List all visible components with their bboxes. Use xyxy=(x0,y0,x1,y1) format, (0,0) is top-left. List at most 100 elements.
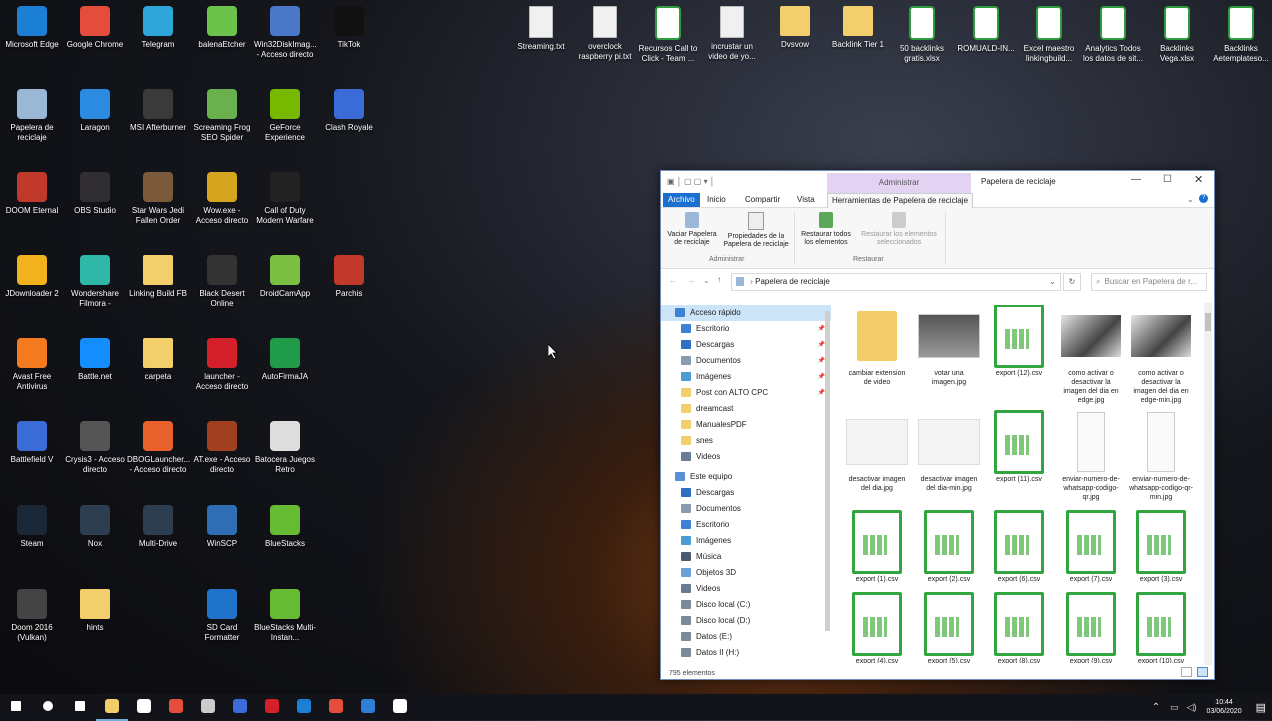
desktop-icon[interactable]: Clash Royale xyxy=(318,89,380,133)
taskbar-hardware-button[interactable] xyxy=(192,693,224,719)
nav-item[interactable]: Post con ALTO CPC 📌 xyxy=(661,385,831,401)
desktop-file[interactable]: overclock raspberry pi.txt xyxy=(574,6,636,62)
empty-recycle-bin-button[interactable]: Vaciar Papelera de reciclaje xyxy=(665,212,719,247)
desktop-icon[interactable]: JDownloader 2 xyxy=(1,255,63,299)
content-scrollbar[interactable] xyxy=(1204,303,1212,665)
file-item[interactable]: export (1).csv xyxy=(845,510,909,584)
file-item[interactable]: export (7).csv xyxy=(1059,510,1123,584)
desktop-icon[interactable]: Black Desert Online xyxy=(191,255,253,309)
desktop-file[interactable]: Backlinks Vega.xlsx xyxy=(1146,6,1208,64)
nav-item[interactable]: Datos II (H:) xyxy=(661,645,831,661)
desktop-icon[interactable]: DroidCamApp xyxy=(254,255,316,299)
taskbar-chrome-button[interactable] xyxy=(160,693,192,719)
nav-item[interactable]: Objetos 3D xyxy=(661,565,831,581)
desktop-icon[interactable]: Laragon xyxy=(64,89,126,133)
desktop-icon[interactable]: Batocera Juegos Retro xyxy=(254,421,316,475)
desktop-icon[interactable]: AT.exe - Acceso directo xyxy=(191,421,253,475)
scrollbar-thumb[interactable] xyxy=(1205,313,1211,331)
taskbar-obs-button[interactable] xyxy=(384,693,416,719)
file-item[interactable]: desactivar imagen del dia-min.jpg xyxy=(917,411,981,493)
nav-item[interactable]: Videos xyxy=(661,449,831,465)
clock[interactable]: 10:44 03/06/2020 xyxy=(1207,698,1242,716)
back-button[interactable]: ← xyxy=(669,276,677,285)
desktop-icon[interactable]: carpeta xyxy=(127,338,189,382)
explorer-window[interactable]: ▣ │ ▢ ▢ ▾ │ Administrar Papelera de reci… xyxy=(660,170,1215,680)
desktop-icon[interactable]: hints xyxy=(64,589,126,633)
forward-button[interactable]: → xyxy=(687,276,695,285)
tab-vista[interactable]: Vista xyxy=(797,195,815,204)
nav-item[interactable]: Escritorio xyxy=(661,517,831,533)
hidden-icons-chevron-icon[interactable]: ⌃ xyxy=(1152,702,1160,713)
desktop-icon[interactable]: Wondershare Filmora - xyxy=(64,255,126,309)
file-item[interactable]: export (12).csv xyxy=(987,305,1051,378)
desktop-icon[interactable]: Telegram xyxy=(127,6,189,50)
taskbar-store-button[interactable] xyxy=(128,693,160,719)
nav-item[interactable]: Imágenes 📌 xyxy=(661,369,831,385)
file-item[interactable]: export (6).csv xyxy=(987,510,1051,584)
desktop-icon[interactable]: TikTok xyxy=(318,6,380,50)
file-item[interactable]: cambiar extension de video xyxy=(845,305,909,387)
desktop-icon[interactable]: Parchis xyxy=(318,255,380,299)
nav-scrollbar[interactable] xyxy=(825,311,830,631)
desktop-file[interactable]: 50 backlinks gratis.xlsx xyxy=(891,6,953,64)
desktop-icon[interactable]: Papelera de reciclaje xyxy=(1,89,63,143)
desktop-file[interactable]: Backlinks Aetemplateso... xyxy=(1210,6,1272,64)
desktop-icon[interactable]: launcher - Acceso directo xyxy=(191,338,253,392)
file-item[interactable]: export (5).csv xyxy=(917,592,981,663)
taskbar-monitor-button[interactable] xyxy=(224,693,256,719)
desktop-file[interactable]: Analytics Todos los datos de sit... xyxy=(1082,6,1144,64)
taskbar-opera-button[interactable] xyxy=(256,693,288,719)
up-button[interactable]: ↑ xyxy=(717,275,721,284)
nav-item[interactable]: Descargas xyxy=(661,485,831,501)
taskbar-task-view-button[interactable] xyxy=(64,693,96,719)
tab-archivo[interactable]: Archivo xyxy=(663,193,700,207)
nav-item[interactable]: dreamcast xyxy=(661,401,831,417)
desktop-icon[interactable]: Star Wars Jedi Fallen Order xyxy=(127,172,189,226)
desktop-icon[interactable]: Nox xyxy=(64,505,126,549)
tab-herramientas[interactable]: Herramientas de Papelera de reciclaje xyxy=(827,193,973,209)
file-item[interactable]: export (4).csv xyxy=(845,592,909,663)
file-item[interactable]: export (3).csv xyxy=(1129,510,1193,584)
desktop-icon[interactable]: DOOM Eternal xyxy=(1,172,63,216)
desktop-icon[interactable]: GeForce Experience xyxy=(254,89,316,143)
nav-item[interactable]: Escritorio 📌 xyxy=(661,321,831,337)
nav-item[interactable]: Disco local (D:) xyxy=(661,613,831,629)
file-item[interactable]: export (2).csv xyxy=(917,510,981,584)
file-item[interactable]: export (8).csv xyxy=(987,592,1051,663)
network-icon[interactable]: ▭ xyxy=(1170,702,1179,713)
desktop-icon[interactable]: SD Card Formatter xyxy=(191,589,253,643)
desktop-icon[interactable]: DBOGLauncher... - Acceso directo xyxy=(127,421,190,475)
taskbar-file-explorer-button[interactable] xyxy=(96,693,128,721)
taskbar-start-button[interactable] xyxy=(0,693,32,719)
file-item[interactable]: export (10).csv xyxy=(1129,592,1193,663)
desktop-icon[interactable]: Doom 2016 (Vulkan) xyxy=(1,589,63,643)
nav-item[interactable]: Datos (E:) xyxy=(661,629,831,645)
tab-compartir[interactable]: Compartir xyxy=(745,195,780,204)
restore-selected-button[interactable]: Restaurar los elementos seleccionados xyxy=(857,212,941,247)
desktop-icon[interactable]: Steam xyxy=(1,505,63,549)
nav-item[interactable]: Disco local (C:) xyxy=(661,597,831,613)
desktop-icon[interactable]: BlueStacks Multi-Instan... xyxy=(254,589,316,643)
desktop-icon[interactable]: Microsoft Edge xyxy=(1,6,63,50)
notifications-icon[interactable]: ▤ xyxy=(1256,701,1266,714)
file-item[interactable]: export (11).csv xyxy=(987,410,1051,484)
file-item[interactable]: desactivar imagen del dia.jpg xyxy=(845,411,909,493)
nav-item[interactable]: Documentos 📌 xyxy=(661,353,831,369)
desktop-file[interactable]: incrustar un video de yo... xyxy=(701,6,763,62)
desktop-icon[interactable]: OBS Studio xyxy=(64,172,126,216)
file-item[interactable]: export (9).csv xyxy=(1059,592,1123,663)
large-icons-view-icon[interactable] xyxy=(1197,667,1208,677)
desktop-icon[interactable]: Screaming Frog SEO Spider xyxy=(191,89,253,143)
file-item[interactable]: enviar-numero-de-whatsapp-codigo-qr.jpg xyxy=(1059,411,1123,502)
desktop-icon[interactable]: Linking Build FB xyxy=(127,255,189,299)
nav-item[interactable]: snes xyxy=(661,433,831,449)
refresh-button[interactable]: ↻ xyxy=(1063,273,1081,291)
nav-item[interactable]: Videos xyxy=(661,581,831,597)
desktop-icon[interactable]: Battle.net xyxy=(64,338,126,382)
quick-access-toolbar[interactable]: ▣ │ ▢ ▢ ▾ │ xyxy=(667,177,715,186)
file-item[interactable]: como activar o desactivar la imagen del … xyxy=(1059,305,1123,405)
desktop-file[interactable]: Recursos Call to Click - Team ... xyxy=(637,6,699,64)
taskbar-edge-button[interactable] xyxy=(288,693,320,719)
desktop-file[interactable]: Dvsvow xyxy=(764,6,826,50)
nav-item[interactable]: Este equipo xyxy=(661,469,831,485)
